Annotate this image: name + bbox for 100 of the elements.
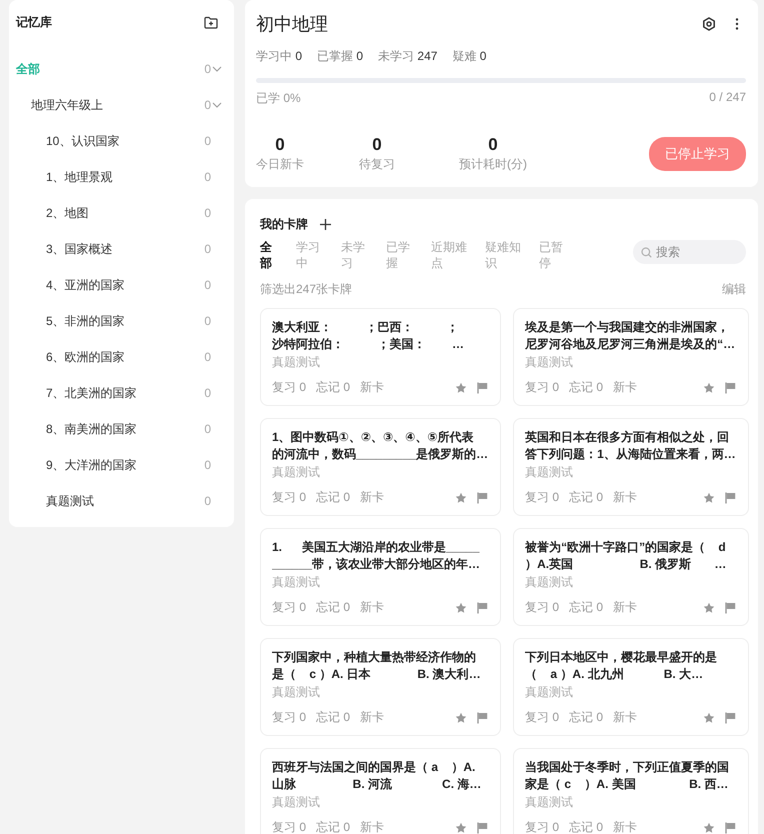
tree-item[interactable]: 7、北美洲的国家 0 [9, 375, 234, 411]
flag-icon[interactable] [477, 492, 488, 504]
flag-icon[interactable] [477, 712, 488, 724]
flag-icon[interactable] [724, 822, 736, 834]
card-question: 英国和日本在很多方面有相似之处，回 答下列问题：1、从海陆位置来看，两… [525, 429, 736, 463]
star-icon[interactable] [455, 602, 468, 614]
summary-label: 预计耗时(分) [459, 156, 527, 173]
tree-item[interactable]: 10、认识国家 0 [9, 123, 234, 159]
add-icon[interactable] [320, 219, 331, 230]
card-tag: 真题测试 [272, 574, 488, 591]
star-icon[interactable] [455, 492, 468, 504]
review-count: 复习 0 [272, 599, 306, 616]
tree-item[interactable]: 4、亚洲的国家 0 [9, 267, 234, 303]
summary-value: 0 [275, 135, 285, 155]
forget-count: 忘记 0 [316, 379, 350, 396]
tree-item-label: 6、欧洲的国家 [46, 348, 126, 366]
review-count: 复习 0 [272, 819, 306, 834]
flag-icon[interactable] [724, 602, 736, 614]
forget-count: 忘记 0 [316, 709, 350, 726]
chevron-icon[interactable] [212, 100, 222, 110]
star-icon[interactable] [702, 492, 715, 504]
stat-text: 学习中 0 [256, 48, 302, 65]
tree-item[interactable]: 3、国家概述 0 [9, 231, 234, 267]
card-tag: 真题测试 [272, 794, 488, 811]
star-icon[interactable] [455, 712, 468, 724]
star-icon[interactable] [702, 602, 715, 614]
card-question: 当我国处于冬季时，下列正值夏季的国 家是（ c ）A. 美国 B. 西… [525, 759, 730, 793]
flashcard[interactable]: 西班牙与法国之间的国界是（ a ）A. 山脉 B. 河流 C. 海… 真题测试 复习 0 忘记 0 新卡 [260, 748, 502, 834]
item-count: 0 [203, 242, 211, 256]
flashcard[interactable]: 1、图中数码①、②、③、④、⑤所代表 的河流中，数码_________是俄罗斯的… 真题测试 复习 0 忘记 0 新卡 [260, 418, 502, 516]
progress-reading: 0 / 247 [709, 90, 746, 106]
tree-item-label: 2、地图 [46, 204, 90, 222]
flashcard[interactable]: 当我国处于冬季时，下列正值夏季的国 家是（ c ）A. 美国 B. 西… 真题测试 复习 0 忘记 0 新卡 [513, 748, 749, 834]
card-status: 新卡 [360, 379, 384, 396]
flashcard[interactable]: 1. 美国五大湖沿岸的农业带是_____ ______带，该农业带大部分地区的年… 真题测试 复习 0 忘记 0 新卡 [260, 528, 502, 626]
tree-item-label: 3、国家概述 [46, 240, 114, 258]
item-count: 0 [203, 278, 211, 292]
flashcard[interactable]: 英国和日本在很多方面有相似之处，回 答下列问题：1、从海陆位置来看，两… 真题测试 复习 0 忘记 0 新卡 [513, 418, 749, 516]
tree-item[interactable]: 1、地理景观 0 [9, 159, 234, 195]
flag-icon[interactable] [724, 382, 736, 394]
tree-item-label: 全部 [16, 60, 41, 78]
tree-item-label: 4、亚洲的国家 [46, 276, 126, 294]
filter-tab[interactable]: 全部 [260, 239, 278, 271]
review-count: 复习 0 [525, 599, 560, 616]
item-count: 0 [203, 98, 211, 112]
tree-item[interactable]: 地理六年级上 0 [9, 87, 234, 123]
star-icon[interactable] [455, 382, 468, 394]
flag-icon[interactable] [724, 492, 736, 504]
tree-item[interactable]: 9、大洋洲的国家 0 [9, 447, 234, 483]
flashcard[interactable]: 澳大利亚： ；巴西： ； 沙特阿拉伯： ；美国： … 真题测试 复习 0 忘记 0 新卡 [260, 308, 502, 406]
item-count: 0 [203, 170, 211, 184]
item-count: 0 [203, 206, 211, 220]
tree-item-label: 9、大洋洲的国家 [46, 456, 138, 474]
flag-icon[interactable] [477, 822, 488, 834]
card-tag: 真题测试 [525, 464, 736, 481]
search-field[interactable]: 搜索 [633, 240, 746, 264]
forget-count: 忘记 0 [316, 599, 350, 616]
add-folder-icon[interactable] [204, 16, 218, 29]
card-question: 1. 美国五大湖沿岸的农业带是_____ ______带，该农业带大部分地区的年… [272, 539, 482, 573]
tree-item-label: 7、北美洲的国家 [46, 384, 138, 402]
card-question: 1、图中数码①、②、③、④、⑤所代表 的河流中，数码_________是俄罗斯的… [272, 429, 488, 463]
cards-title: 我的卡牌 [260, 216, 308, 233]
stat-text: 已掌握 0 [317, 48, 364, 65]
star-icon[interactable] [702, 712, 715, 724]
summary-label: 待复习 [359, 156, 395, 173]
sidebar-title: 记忆库 [16, 14, 52, 31]
star-icon[interactable] [702, 822, 715, 834]
forget-count: 忘记 0 [569, 599, 604, 616]
card-question: 西班牙与法国之间的国界是（ a ）A. 山脉 B. 河流 C. 海… [272, 759, 482, 793]
card-question: 下列日本地区中，樱花最早盛开的是 （ a ）A. 北九州 B. 大… [525, 649, 718, 683]
tree-item-label: 10、认识国家 [46, 132, 120, 150]
settings-icon[interactable] [700, 15, 718, 33]
tree-item[interactable]: 8、南美洲的国家 0 [9, 411, 234, 447]
tree-item-label: 真题测试 [46, 492, 95, 510]
flag-icon[interactable] [477, 602, 488, 614]
tree-item[interactable]: 真题测试 0 [9, 483, 234, 519]
review-count: 复习 0 [525, 379, 560, 396]
tree-item[interactable]: 2、地图 0 [9, 195, 234, 231]
tree-item-label: 地理六年级上 [31, 96, 104, 114]
flag-icon[interactable] [477, 382, 488, 394]
tree-item-label: 1、地理景观 [46, 168, 114, 186]
deck-title: 初中地理 [256, 13, 328, 36]
star-icon[interactable] [702, 382, 715, 394]
filter-count: 筛选出247张卡牌 [260, 281, 352, 298]
flashcard[interactable]: 下列日本地区中，樱花最早盛开的是 （ a ）A. 北九州 B. 大… 真题测试 复习 0 忘记 0 新卡 [513, 638, 749, 736]
item-count: 0 [203, 134, 211, 148]
card-status: 新卡 [360, 709, 384, 726]
summary-value: 0 [488, 135, 498, 155]
flashcard[interactable]: 下列国家中，种植大量热带经济作物的 是（ c ）A. 日本 B. 澳大利… 真题测试 复习 0 忘记 0 新卡 [260, 638, 502, 736]
tree-item[interactable]: 6、欧洲的国家 0 [9, 339, 234, 375]
tree-item[interactable]: 5、非洲的国家 0 [9, 303, 234, 339]
review-count: 复习 0 [525, 819, 560, 834]
star-icon[interactable] [455, 822, 468, 834]
chevron-icon[interactable] [212, 64, 222, 74]
card-status: 新卡 [613, 709, 638, 726]
item-count: 0 [203, 350, 211, 364]
item-count: 0 [203, 458, 211, 472]
flag-icon[interactable] [724, 712, 736, 724]
stat-text: 未学习 247 [378, 48, 438, 65]
item-count: 0 [203, 314, 211, 328]
